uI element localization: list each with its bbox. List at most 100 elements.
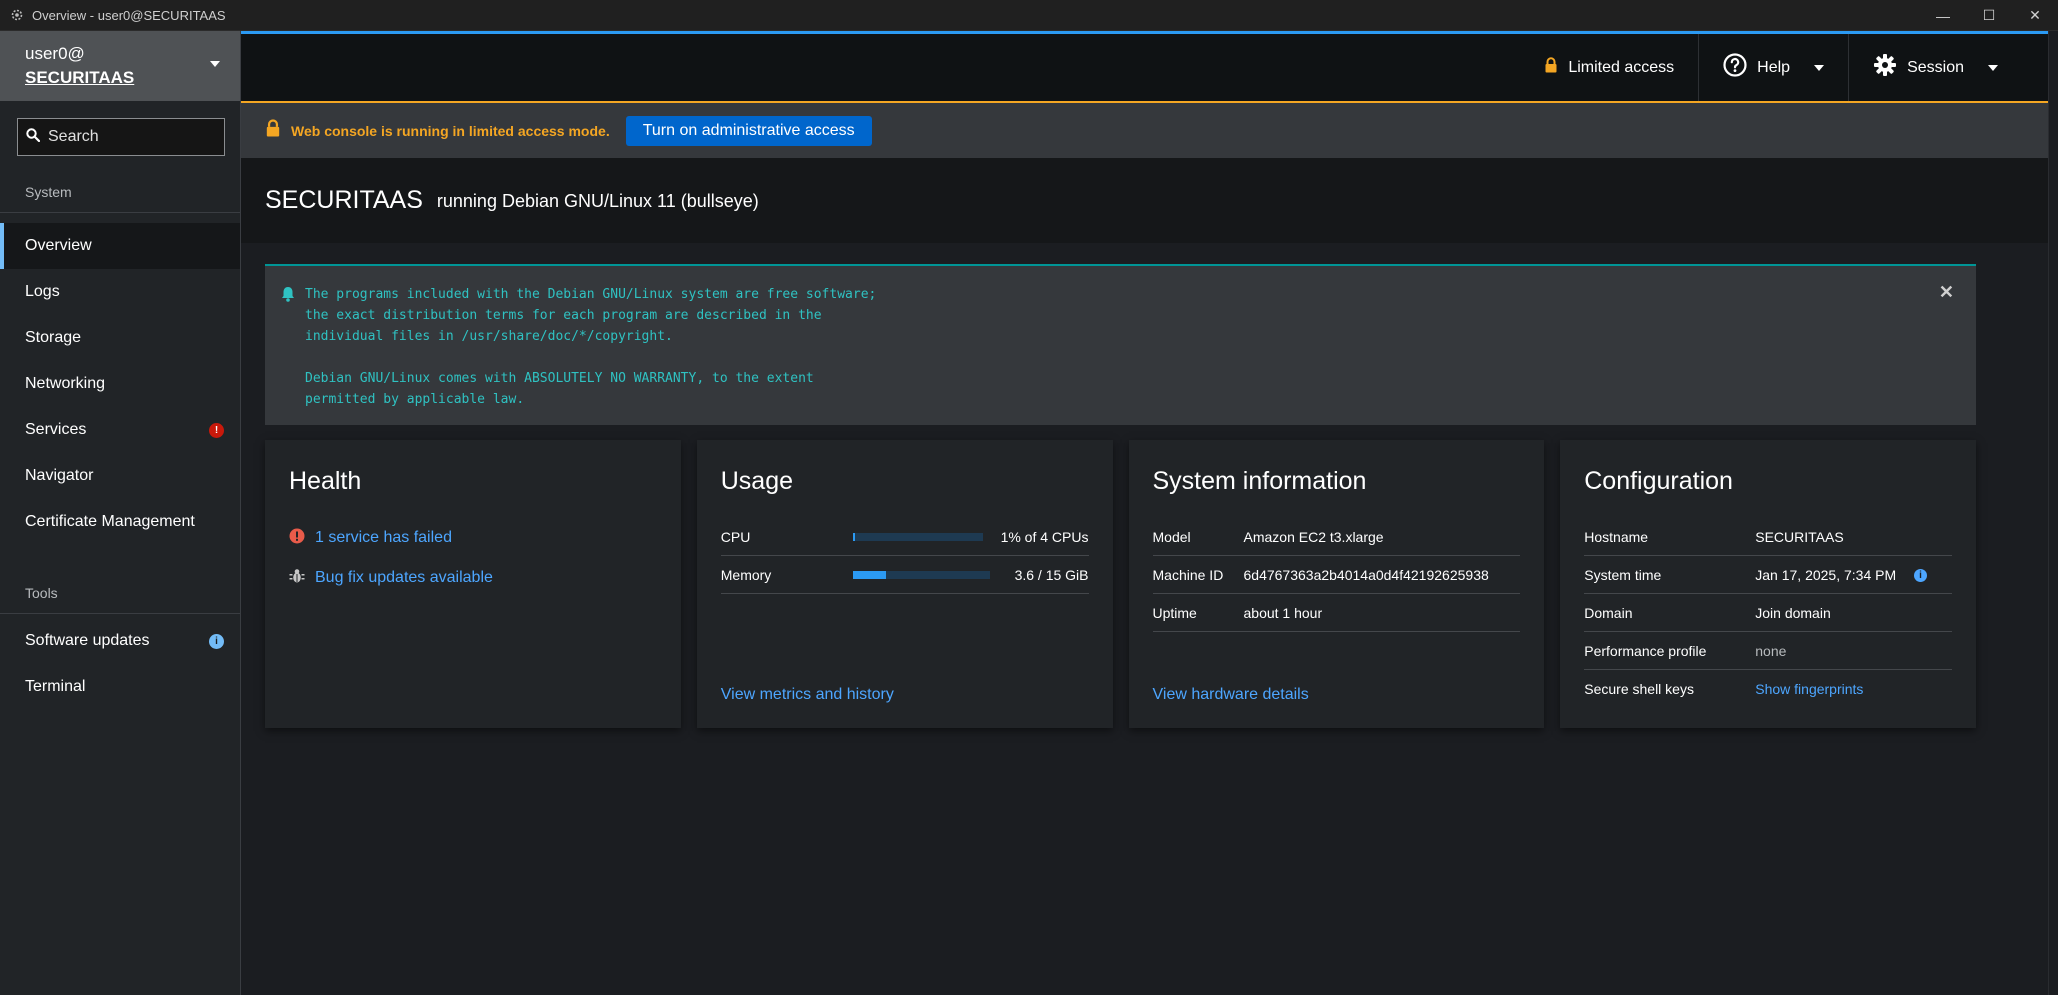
info-icon[interactable]: i [1914,569,1928,583]
uptime-value: about 1 hour [1243,604,1323,621]
lock-icon [1544,57,1558,78]
show-fingerprints-link[interactable]: Show fingerprints [1755,681,1952,697]
limited-access-button[interactable]: Limited access [1520,34,1698,101]
host-switcher-user: user0@ [25,44,85,63]
system-information-title: System information [1152,467,1367,495]
memory-row: Memory 3.6 / 15 GiB [720,556,1089,594]
minimize-button[interactable]: — [1920,0,1966,31]
page-header: SECURITAAS running Debian GNU/Linux 11 (… [241,158,2058,243]
scrollbar[interactable] [2048,31,2058,995]
error-badge-icon: ! [209,422,224,438]
join-domain-button[interactable]: Join domain [1755,605,1952,621]
motd-text: The programs included with the Debian GN… [305,287,877,407]
hostname-label: Hostname [1584,528,1649,545]
limited-access-alert: Web console is running in limited access… [241,103,2058,158]
host-switcher[interactable]: user0@ SECURITAAS [0,31,240,101]
machine-id-label: Machine ID [1152,566,1224,583]
view-hardware-details-link[interactable]: View hardware details [1153,686,1309,704]
cpu-progress-fill [852,532,855,541]
caret-down-icon [1988,64,1998,71]
domain-row: Domain Join domain [1584,594,1952,632]
caret-down-icon [1814,64,1825,71]
updates-row: Bug fix updates available [289,558,657,598]
info-badge-icon: i [209,633,224,649]
close-window-button[interactable]: ✕ [2012,0,2058,31]
hostname-value: SECURITAAS [1755,528,1844,545]
memory-label: Memory [720,566,772,583]
sidebar-item-services[interactable]: Services ! [0,407,240,453]
sidebar-item-software-updates[interactable]: Software updates i [0,618,240,664]
model-value: Amazon EC2 t3.xlarge [1243,528,1384,545]
cpu-value: 1% of 4 CPUs [1000,528,1089,545]
host-switcher-host: SECURITAAS [25,68,135,87]
limited-access-label: Limited access [1568,58,1675,76]
usage-title: Usage [720,467,794,495]
health-title: Health [289,467,362,495]
overview-cards: Health 1 service has failed Bug fix upda… [265,440,1976,728]
cpu-progress-bar [852,532,983,541]
sidebar-item-certificate-management[interactable]: Certificate Management [0,499,240,545]
uptime-label: Uptime [1152,604,1197,621]
memory-value: 3.6 / 15 GiB [1014,566,1089,583]
close-icon[interactable]: ✕ [1939,282,1954,303]
session-menu-button[interactable]: Session [1849,34,2022,101]
failed-services-row: 1 service has failed [289,518,657,558]
search-placeholder: Search [48,128,99,145]
cpu-label: CPU [720,528,751,545]
session-label: Session [1907,58,1964,76]
uptime-row: Uptime about 1 hour [1152,594,1521,632]
sidebar: user0@ SECURITAAS Search System Overview… [0,31,241,995]
domain-label: Domain [1584,604,1633,621]
usage-card: Usage CPU 1% of 4 CPUs Memory 3.6 / 15 G… [696,440,1113,728]
window-title: Overview - user0@SECURITAAS [32,7,226,23]
limited-access-message: Web console is running in limited access… [291,122,610,139]
turn-on-admin-access-button[interactable]: Turn on administrative access [625,115,872,146]
memory-progress-fill [852,570,886,579]
machine-id-row: Machine ID 6d4767363a2b4014a0d4f42192625… [1152,556,1521,594]
window-titlebar: Overview - user0@SECURITAAS — ☐ ✕ [0,0,2058,31]
search-icon [26,127,41,147]
bell-icon [281,286,295,307]
help-label: Help [1757,58,1791,76]
maximize-button[interactable]: ☐ [1966,0,2012,31]
system-time-label: System time [1584,566,1662,583]
help-menu-button[interactable]: Help [1699,34,1848,101]
hostname-row: Hostname SECURITAAS [1584,518,1952,556]
os-description: running Debian GNU/Linux 11 (bullseye) [436,191,759,211]
performance-profile-value: none [1755,642,1787,659]
sidebar-item-navigator[interactable]: Navigator [0,453,240,499]
failed-services-link[interactable]: 1 service has failed [315,529,452,547]
sidebar-item-storage[interactable]: Storage [0,315,240,361]
page-title: SECURITAAS [265,186,423,214]
view-metrics-link[interactable]: View metrics and history [721,686,894,704]
cpu-row: CPU 1% of 4 CPUs [720,518,1089,556]
main-content: Limited access Help Session Web console … [241,31,2058,995]
motd-alert: The programs included with the Debian GN… [265,264,1976,425]
section-title-system: System [25,184,72,200]
gear-icon [1873,53,1897,82]
health-card: Health 1 service has failed Bug fix upda… [265,440,681,728]
sidebar-item-logs[interactable]: Logs [0,269,240,315]
ssh-keys-label: Secure shell keys [1584,681,1694,697]
search-input[interactable]: Search [17,118,225,156]
memory-progress-bar [852,570,990,579]
sidebar-item-networking[interactable]: Networking [0,361,240,407]
sidebar-item-terminal[interactable]: Terminal [0,664,240,710]
sidebar-item-overview[interactable]: Overview [0,223,240,269]
caret-down-icon [210,61,220,67]
performance-profile-label: Performance profile [1584,642,1707,659]
machine-id-value: 6d4767363a2b4014a0d4f42192625938 [1243,566,1489,583]
help-icon [1723,53,1747,82]
lock-icon [265,119,281,142]
system-time-value: Jan 17, 2025, 7:34 PM [1755,566,1897,583]
section-title-tools: Tools [25,585,58,601]
system-time-row: System time Jan 17, 2025, 7:34 PM i [1584,556,1952,594]
performance-profile-row: Performance profile none [1584,632,1952,670]
configuration-title: Configuration [1584,467,1733,495]
bug-icon [289,568,305,589]
model-label: Model [1152,528,1191,545]
masthead: Limited access Help Session [241,31,2058,103]
ssh-keys-row: Secure shell keys Show fingerprints [1584,670,1952,708]
updates-link[interactable]: Bug fix updates available [315,569,493,587]
system-information-card: System information Model Amazon EC2 t3.x… [1128,440,1545,728]
